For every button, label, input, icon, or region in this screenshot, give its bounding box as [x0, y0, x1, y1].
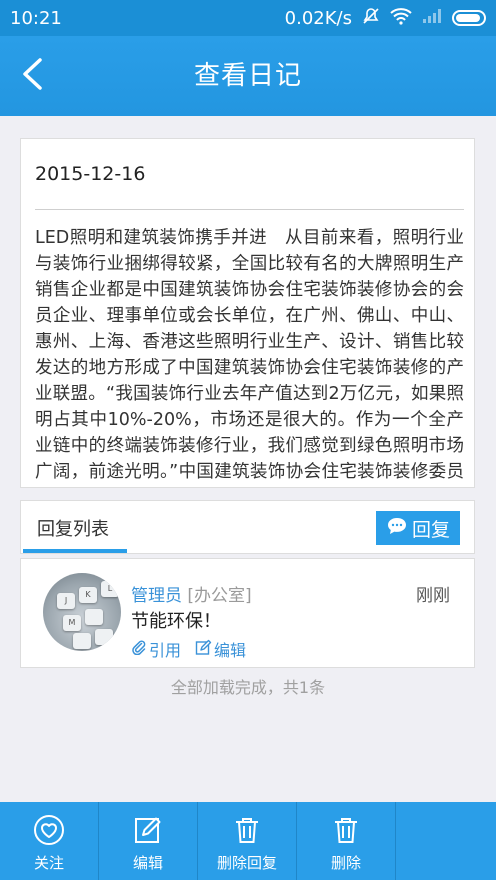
status-time: 10:21 [10, 7, 62, 29]
battery-icon [452, 10, 486, 26]
network-speed: 0.02K/s [284, 7, 352, 29]
delete-button[interactable]: 删除 [297, 802, 396, 880]
list-item: J K L M 管理员 [办公室] 刚刚 节能环保！ 引用 编辑 [20, 558, 475, 668]
divider [35, 209, 464, 210]
reply-actions: 引用 编辑 [131, 637, 246, 661]
bottom-toolbar: 关注 编辑 删除回复 删除 [0, 802, 496, 880]
quote-label: 引用 [149, 641, 182, 660]
app-header: 查看日记 [0, 36, 496, 116]
edit-button[interactable]: 编辑 [99, 802, 198, 880]
reply-button-label: 回复 [411, 518, 450, 541]
reply-list-title: 回复列表 [37, 519, 109, 540]
edit-link[interactable]: 编辑 [195, 637, 246, 661]
reply-list-header: 回复列表 回复 [20, 500, 475, 554]
wifi-icon [390, 7, 412, 29]
keyboard-key [73, 633, 91, 649]
reply-content: 节能环保！ [131, 611, 221, 632]
follow-button[interactable]: 关注 [0, 802, 99, 880]
paperclip-icon [131, 639, 147, 659]
quote-link[interactable]: 引用 [131, 637, 181, 661]
author-name: 管理员 [131, 586, 182, 606]
reply-author[interactable]: 管理员 [办公室] [131, 581, 252, 606]
author-department: [办公室] [187, 586, 252, 606]
keyboard-key [85, 609, 103, 625]
reply-time: 刚刚 [416, 586, 450, 606]
delete-reply-button[interactable]: 删除回复 [198, 802, 297, 880]
keyboard-key: M [63, 615, 81, 631]
status-bar: 10:21 0.02K/s [0, 0, 496, 36]
keyboard-key [95, 629, 113, 645]
trash-icon [231, 814, 263, 846]
diary-content: LED照明和建筑装饰携手并进 从目前来看，照明行业与装饰行业捆绑得较紧，全国比较… [35, 228, 464, 482]
delete-label: 删除 [330, 854, 361, 872]
avatar: J K L M [43, 573, 121, 651]
pencil-square-icon [195, 639, 212, 660]
follow-label: 关注 [33, 854, 64, 872]
load-complete-text: 全部加载完成，共1条 [170, 678, 326, 697]
chat-bubble-icon [386, 516, 408, 541]
empty-tab-slot [396, 802, 495, 880]
delete-reply-label: 删除回复 [216, 854, 277, 872]
tab-indicator [23, 549, 127, 553]
keyboard-key: J [57, 593, 75, 609]
keyboard-key: K [79, 587, 97, 603]
keyboard-key: L [101, 581, 119, 597]
diary-card: 2015-12-16 LED照明和建筑装饰携手并进 从目前来看，照明行业与装饰行… [20, 138, 475, 488]
heart-icon [33, 814, 65, 846]
status-icons: 0.02K/s [285, 7, 486, 29]
diary-date: 2015-12-16 [35, 163, 146, 185]
edit-label: 编辑 [214, 641, 247, 660]
signal-icon [422, 8, 442, 28]
trash-icon [330, 814, 362, 846]
reply-button[interactable]: 回复 [376, 511, 460, 545]
mute-icon [362, 7, 380, 29]
edit-icon [132, 814, 164, 846]
page-title: 查看日记 [193, 61, 302, 91]
edit-button-label: 编辑 [132, 854, 163, 872]
